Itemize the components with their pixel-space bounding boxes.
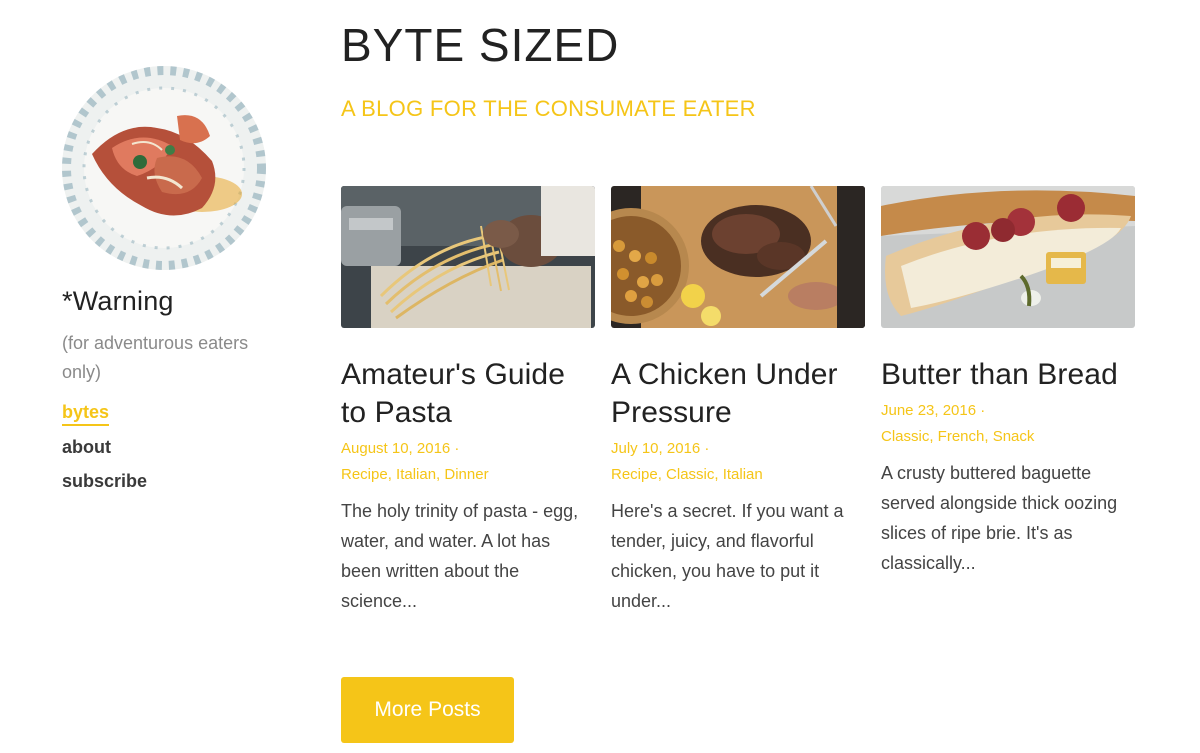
nav-item-bytes: bytes <box>62 401 302 426</box>
site-tagline: A BLOG FOR THE CONSUMATE EATER <box>341 96 756 121</box>
post-title[interactable]: A Chicken Under Pressure <box>611 356 865 432</box>
post-excerpt: A crusty buttered baguette served alongs… <box>881 463 1118 573</box>
nav-item-subscribe: subscribe <box>62 468 302 494</box>
post-card: Amateur's Guide to Pasta August 10, 2016… <box>341 186 595 616</box>
sidebar: *Warning (for adventurous eaters only) b… <box>62 66 302 502</box>
nav-link-bytes[interactable]: bytes <box>62 401 110 426</box>
nav-link-subscribe[interactable]: subscribe <box>62 468 147 494</box>
post-excerpt: Here's a secret. If you want a tender, j… <box>611 501 844 611</box>
post-date: June 23, 2016 · <box>881 402 986 419</box>
post-image-pasta[interactable] <box>341 186 595 328</box>
post-tags[interactable]: Recipe, Classic, Italian <box>611 462 865 488</box>
plate-food-image <box>62 66 266 270</box>
post-date: July 10, 2016 · <box>611 440 710 457</box>
sidebar-nav: bytes about subscribe <box>62 401 302 494</box>
post-tags[interactable]: Recipe, Italian, Dinner <box>341 462 595 488</box>
post-title[interactable]: Amateur's Guide to Pasta <box>341 356 595 432</box>
post-card: Butter than Bread June 23, 2016 · Classi… <box>881 186 1135 616</box>
warning-title: *Warning <box>62 286 174 316</box>
post-excerpt: The holy trinity of pasta - egg, water, … <box>341 501 579 611</box>
post-date: August 10, 2016 · <box>341 440 460 457</box>
main-content: BYTE SIZED A BLOG FOR THE CONSUMATE EATE… <box>341 0 1161 743</box>
warning-subtitle: (for adventurous eaters only) <box>62 333 249 382</box>
post-card: A Chicken Under Pressure July 10, 2016 ·… <box>611 186 865 616</box>
post-image-chicken[interactable] <box>611 186 865 328</box>
nav-link-about[interactable]: about <box>62 434 111 460</box>
nav-item-about: about <box>62 434 302 460</box>
avatar <box>62 66 266 270</box>
more-posts-button[interactable]: More Posts <box>341 677 514 743</box>
post-meta: August 10, 2016 · Recipe, Italian, Dinne… <box>341 436 595 488</box>
post-list: Amateur's Guide to Pasta August 10, 2016… <box>341 186 1135 616</box>
site-title[interactable]: BYTE SIZED <box>341 18 1161 72</box>
post-title[interactable]: Butter than Bread <box>881 356 1135 394</box>
post-tags[interactable]: Classic, French, Snack <box>881 424 1135 450</box>
post-meta: June 23, 2016 · Classic, French, Snack <box>881 398 1135 450</box>
post-meta: July 10, 2016 · Recipe, Classic, Italian <box>611 436 865 488</box>
post-image-butter-bread[interactable] <box>881 186 1135 328</box>
